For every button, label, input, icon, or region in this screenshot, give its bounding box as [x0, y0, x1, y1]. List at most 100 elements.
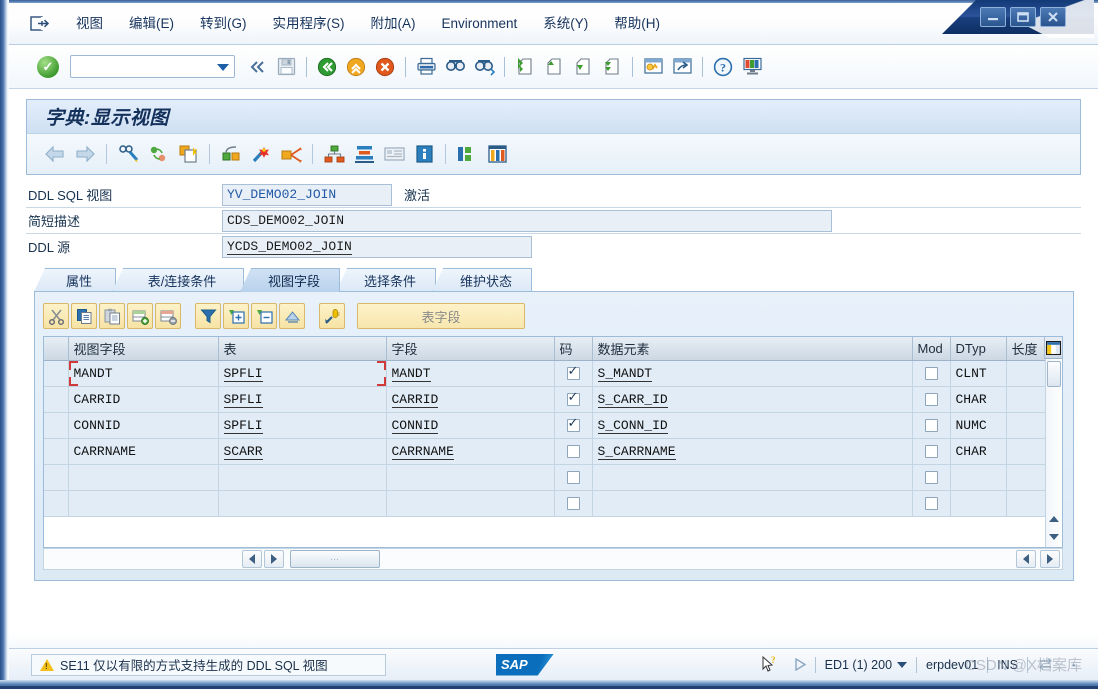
cell-key[interactable]	[554, 412, 593, 439]
cell-data-element[interactable]: S_CARR_ID	[592, 386, 913, 413]
command-input[interactable]	[71, 57, 206, 76]
help-icon[interactable]: ?	[710, 54, 736, 80]
col-header-data-element[interactable]: 数据元素	[592, 337, 913, 361]
print-icon[interactable]	[413, 54, 439, 80]
mod-checkbox[interactable]	[924, 471, 938, 485]
indexes-icon[interactable]	[453, 140, 481, 168]
cell-key[interactable]	[554, 360, 593, 387]
col-header-length[interactable]: 长度	[1006, 337, 1048, 361]
tab-view-fields[interactable]: 视图字段	[240, 268, 340, 292]
col-header-mod[interactable]: Mod	[912, 337, 951, 361]
table-row[interactable]: CARRID SPFLI CARRID S_CARR_ID CHAR	[44, 386, 1048, 413]
col-header-field[interactable]: 字段	[386, 337, 555, 361]
next-page-icon[interactable]	[570, 54, 596, 80]
menu-item-system[interactable]: 系统(Y)	[530, 13, 601, 35]
data-transfer-icon[interactable]	[1028, 657, 1064, 672]
cell-view-field[interactable]	[68, 464, 219, 491]
cell-view-field[interactable]	[68, 490, 219, 517]
table-row[interactable]	[44, 490, 1048, 517]
cell-mod[interactable]	[912, 464, 951, 491]
ddl-source-field[interactable]: YCDS_DEMO02_JOIN	[222, 236, 532, 258]
tab-attributes[interactable]: 属性	[34, 268, 116, 292]
back-icon[interactable]	[314, 54, 340, 80]
command-field[interactable]	[70, 55, 235, 78]
collapse-left-icon[interactable]	[244, 54, 270, 80]
system-selector[interactable]: ED1 (1) 200	[816, 658, 916, 672]
mod-checkbox[interactable]	[924, 445, 938, 459]
cell-field[interactable]	[386, 490, 555, 517]
menu-item-view[interactable]: 视图	[63, 13, 116, 35]
cell-mod[interactable]	[912, 360, 951, 387]
col-header-view-field[interactable]: 视图字段	[68, 337, 219, 361]
cut-icon[interactable]	[43, 303, 69, 329]
row-selector[interactable]	[44, 464, 69, 491]
row-selector[interactable]	[44, 438, 69, 465]
insert-mode[interactable]: INS	[988, 658, 1027, 672]
horizontal-scroll-thumb[interactable]: ⋯	[290, 550, 380, 568]
mod-checkbox[interactable]	[924, 393, 938, 407]
cell-field[interactable]: CARRID	[386, 386, 555, 413]
cell-table[interactable]: SCARR	[218, 438, 387, 465]
col-header-key[interactable]: 码	[554, 337, 593, 361]
filter-icon[interactable]	[195, 303, 221, 329]
key-checkbox[interactable]	[566, 364, 580, 381]
table-vertical-scrollbar[interactable]	[1045, 359, 1062, 547]
menu-item-goto[interactable]: 转到(G)	[187, 13, 260, 35]
scroll-left-end-button[interactable]	[1016, 550, 1036, 568]
cell-table[interactable]: SPFLI	[218, 360, 387, 387]
col-header-dtyp[interactable]: DTyp	[950, 337, 1007, 361]
expand-all-icon[interactable]	[223, 303, 249, 329]
customize-layout-icon[interactable]	[739, 54, 765, 80]
cell-data-element[interactable]: S_CARRNAME	[592, 438, 913, 465]
maximize-button[interactable]	[1010, 7, 1036, 27]
table-fields-button[interactable]: 表字段	[357, 303, 525, 329]
row-selector-header[interactable]	[44, 337, 69, 361]
scroll-left-button[interactable]	[242, 550, 262, 568]
scroll-up-button[interactable]	[1047, 511, 1061, 527]
row-selector[interactable]	[44, 490, 69, 517]
menu-item-utilities[interactable]: 实用程序(S)	[260, 13, 358, 35]
cell-key[interactable]	[554, 438, 593, 465]
forward-arrow-icon[interactable]	[71, 140, 99, 168]
create-session-icon[interactable]	[640, 54, 666, 80]
unlocked-icon[interactable]	[1064, 656, 1084, 674]
scroll-right-end-button[interactable]	[1040, 550, 1060, 568]
help-cursor-icon[interactable]: ?	[753, 656, 785, 673]
hierarchy-icon[interactable]	[320, 140, 348, 168]
ddl-source-value[interactable]: YCDS_DEMO02_JOIN	[227, 239, 352, 255]
last-page-icon[interactable]	[599, 54, 625, 80]
refresh-icon[interactable]	[144, 140, 172, 168]
check-icon[interactable]	[217, 140, 245, 168]
documentation-icon[interactable]	[380, 140, 408, 168]
cell-field[interactable]: CARRNAME	[386, 438, 555, 465]
where-used-icon[interactable]	[277, 140, 305, 168]
find-icon[interactable]	[442, 54, 468, 80]
cell-table[interactable]	[218, 490, 387, 517]
cell-key[interactable]	[554, 464, 593, 491]
cell-field[interactable]	[386, 464, 555, 491]
cell-data-element[interactable]: S_MANDT	[592, 360, 913, 387]
cell-field[interactable]: CONNID	[386, 412, 555, 439]
cell-table[interactable]: SPFLI	[218, 386, 387, 413]
tab-maintenance-status[interactable]: 维护状态	[432, 268, 532, 292]
menu-item-environment[interactable]: Environment	[429, 13, 531, 35]
sort-icon[interactable]	[279, 303, 305, 329]
table-horizontal-scrollbar[interactable]: ⋯	[43, 548, 1063, 570]
delete-row-icon[interactable]	[155, 303, 181, 329]
cancel-icon[interactable]	[372, 54, 398, 80]
key-checkbox[interactable]	[566, 416, 580, 433]
tab-selection-conditions[interactable]: 选择条件	[336, 268, 436, 292]
menu-item-extras[interactable]: 附加(A)	[358, 13, 429, 35]
cell-mod[interactable]	[912, 438, 951, 465]
back-arrow-icon[interactable]	[41, 140, 69, 168]
cell-field[interactable]: MANDT	[386, 360, 555, 387]
menu-item-edit[interactable]: 编辑(E)	[116, 13, 187, 35]
column-settings-icon[interactable]	[1044, 337, 1062, 359]
cell-view-field[interactable]: MANDT	[68, 360, 219, 387]
enter-check-icon[interactable]: ✓	[37, 55, 59, 78]
collapse-all-icon[interactable]	[251, 303, 277, 329]
shortcut-icon[interactable]	[669, 54, 695, 80]
key-checkbox[interactable]	[566, 390, 580, 407]
mod-checkbox[interactable]	[924, 497, 938, 511]
mod-checkbox[interactable]	[924, 367, 938, 381]
